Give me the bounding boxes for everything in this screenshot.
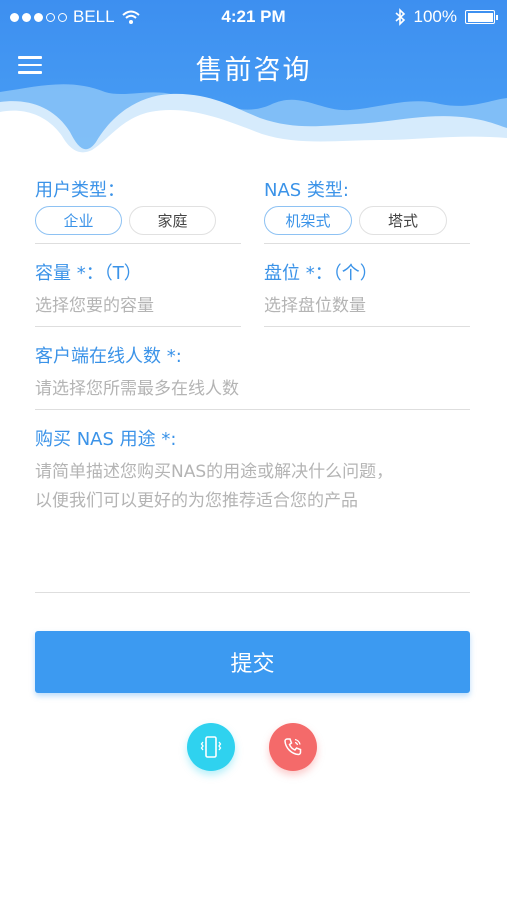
divider xyxy=(264,326,470,327)
page-title: 售前咨询 xyxy=(195,55,312,86)
nas-type-option-tower[interactable]: 塔式 xyxy=(359,206,447,235)
user-type-option-home[interactable]: 家庭 xyxy=(129,206,216,235)
user-type-option-enterprise[interactable]: 企业 xyxy=(35,206,122,235)
phone-vibrate-icon xyxy=(200,736,222,758)
divider xyxy=(35,243,241,244)
nas-type-label: NAS 类型: xyxy=(264,180,349,201)
header-banner: BELL 4:21 PM 100% 售前咨询 xyxy=(0,0,507,160)
online-users-label: 客户端在线人数 *: xyxy=(35,346,182,367)
bays-label: 盘位 *：（个） xyxy=(264,263,378,284)
status-bar: BELL 4:21 PM 100% xyxy=(0,0,507,34)
bluetooth-icon xyxy=(394,8,405,26)
divider xyxy=(264,243,470,244)
battery-percent: 100% xyxy=(413,7,457,26)
divider xyxy=(35,326,241,327)
divider xyxy=(35,409,470,410)
nav-bar: 售前咨询 xyxy=(0,40,507,90)
capacity-input[interactable] xyxy=(35,292,241,320)
divider xyxy=(35,592,470,593)
purpose-label: 购买 NAS 用途 *: xyxy=(35,429,177,450)
nas-type-option-rack[interactable]: 机架式 xyxy=(264,206,352,235)
bays-input[interactable] xyxy=(264,292,470,320)
user-type-label: 用户类型： xyxy=(35,180,125,201)
online-users-input[interactable] xyxy=(35,375,470,403)
vibrate-call-button[interactable] xyxy=(187,723,235,771)
purpose-textarea[interactable] xyxy=(35,458,470,586)
capacity-label: 容量 *：（T） xyxy=(35,263,142,284)
battery-icon xyxy=(465,10,498,24)
phone-call-icon xyxy=(284,738,302,756)
status-right: 100% xyxy=(394,7,498,27)
phone-call-button[interactable] xyxy=(269,723,317,771)
submit-button[interactable]: 提交 xyxy=(35,631,470,693)
